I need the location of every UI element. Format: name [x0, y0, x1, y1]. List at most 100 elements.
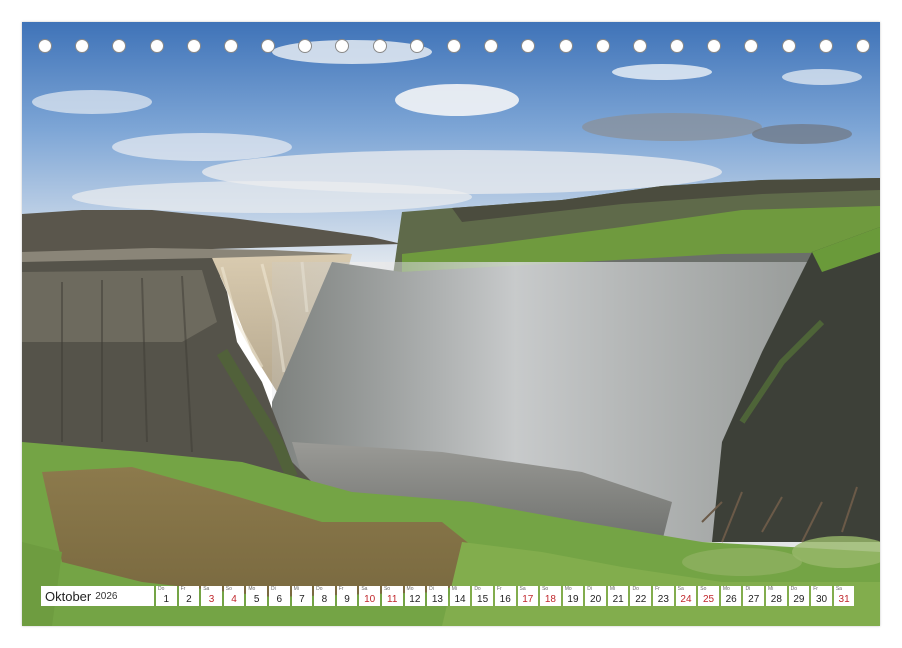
- day-number: 1: [163, 594, 170, 605]
- binding-hole: [484, 39, 499, 53]
- day-number: 6: [276, 594, 283, 605]
- calendar-page: Oktober 2026 Do 1 Fr 2 Sa 3 So 4 Mo 5 Di 6 Mi 7 Do 8 Fr 9…: [0, 0, 902, 648]
- binding-hole: [261, 39, 276, 53]
- binding-hole: [335, 39, 350, 53]
- day-cell: Fr 2: [178, 586, 200, 606]
- day-number: 20: [590, 594, 602, 605]
- binding-holes: [22, 38, 880, 58]
- day-number: 29: [793, 594, 805, 605]
- binding-hole: [595, 39, 610, 53]
- day-cell: So 18: [540, 586, 561, 606]
- weekday-label: Sa: [203, 586, 210, 592]
- binding-hole: [75, 39, 90, 53]
- weekday-label: Do: [790, 586, 798, 592]
- binding-hole: [818, 39, 833, 53]
- weekday-label: Mo: [564, 586, 572, 592]
- weekday-label: Mi: [451, 586, 457, 592]
- weekday-label: Mi: [293, 586, 299, 592]
- weekday-label: Sa: [361, 586, 368, 592]
- day-number: 8: [321, 594, 328, 605]
- day-cells: Do 1 Fr 2 Sa 3 So 4 Mo 5 Di 6 Mi 7 Do 8 Fr 9 Sa 10 So 11 Mo 12 D…: [156, 586, 856, 606]
- day-cell: Fr 23: [653, 586, 674, 606]
- weekday-label: Fr: [496, 586, 502, 592]
- weekday-label: Sa: [519, 586, 526, 592]
- day-number: 9: [344, 594, 350, 605]
- day-cell: Do 22: [630, 586, 652, 606]
- day-cell: Mo 5: [246, 586, 267, 606]
- day-cell: So 25: [698, 586, 719, 606]
- weekday-label: Sa: [835, 586, 842, 592]
- day-cell: Di 27: [743, 586, 765, 606]
- binding-hole: [298, 39, 313, 53]
- day-number: 11: [387, 594, 398, 605]
- day-cell: Di 20: [585, 586, 606, 606]
- day-number: 10: [364, 594, 376, 605]
- day-number: 3: [208, 594, 215, 605]
- binding-hole: [632, 39, 647, 53]
- day-cell: So 4: [223, 586, 245, 606]
- binding-hole: [149, 39, 164, 53]
- day-cell: Sa 24: [675, 586, 697, 606]
- day-cell: Mo 12: [404, 586, 426, 606]
- day-number: 31: [838, 594, 850, 605]
- day-number: 12: [409, 594, 421, 605]
- day-number: 28: [770, 594, 782, 605]
- day-cell: Mo 26: [720, 586, 742, 606]
- weekday-label: Di: [745, 586, 751, 592]
- weekday-label: Sa: [677, 586, 684, 592]
- day-cell: Sa 10: [359, 586, 380, 606]
- binding-hole: [670, 39, 685, 53]
- day-number: 15: [477, 594, 489, 605]
- day-number: 21: [612, 594, 624, 605]
- binding-hole: [744, 39, 759, 53]
- binding-hole: [521, 39, 536, 53]
- day-number: 17: [522, 594, 534, 605]
- weekday-label: So: [542, 586, 549, 592]
- binding-hole: [223, 39, 238, 53]
- day-number: 5: [253, 594, 260, 605]
- day-cell: Di 13: [427, 586, 448, 606]
- weekday-label: Do: [158, 586, 165, 592]
- year-label: 2026: [95, 590, 118, 602]
- day-cell: Mi 7: [291, 586, 313, 606]
- day-cell: Fr 16: [494, 586, 516, 606]
- binding-hole: [409, 39, 424, 53]
- binding-hole: [186, 39, 201, 53]
- day-cell: Di 6: [268, 586, 290, 606]
- day-cell: So 11: [381, 586, 403, 606]
- day-cell: Fr 30: [811, 586, 832, 606]
- day-number: 14: [454, 594, 466, 605]
- day-number: 13: [431, 594, 443, 605]
- day-cell: Mi 28: [766, 586, 787, 606]
- weekday-label: Mo: [248, 586, 256, 592]
- day-number: 25: [702, 594, 715, 605]
- weekday-label: Do: [632, 586, 639, 592]
- binding-hole: [558, 39, 573, 53]
- binding-hole: [856, 39, 870, 53]
- binding-hole: [447, 39, 461, 53]
- day-number: 16: [499, 594, 511, 605]
- weekday-label: Fr: [180, 586, 186, 592]
- month-name: Oktober: [45, 588, 92, 604]
- weekday-label: Fr: [338, 586, 344, 592]
- weekday-label: Mi: [609, 586, 616, 592]
- weekday-label: Mo: [406, 586, 414, 592]
- day-number: 24: [680, 594, 692, 605]
- day-cell: Do 8: [314, 586, 335, 606]
- weekday-label: Do: [316, 586, 323, 592]
- weekday-label: Do: [474, 586, 481, 592]
- day-number: 19: [567, 594, 579, 605]
- month-label: Oktober 2026: [41, 586, 154, 606]
- weekday-label: So: [225, 586, 232, 592]
- day-number: 23: [657, 594, 669, 605]
- day-number: 22: [635, 594, 647, 605]
- binding-hole: [707, 39, 722, 53]
- calendar-strip: Oktober 2026 Do 1 Fr 2 Sa 3 So 4 Mo 5 Di 6 Mi 7 Do 8 Fr 9…: [41, 586, 861, 606]
- day-number: 18: [544, 594, 556, 605]
- weekday-label: Di: [270, 586, 276, 592]
- day-cell: Sa 31: [833, 586, 855, 606]
- binding-hole: [781, 39, 796, 53]
- day-cell: Do 15: [472, 586, 493, 606]
- weekday-label: Mi: [768, 586, 774, 592]
- day-number: 4: [231, 594, 237, 605]
